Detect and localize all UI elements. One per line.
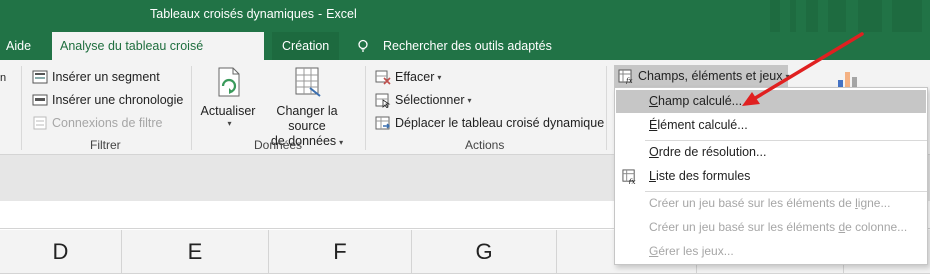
menu-item-calculated-field[interactable]: Champ calculé...	[616, 90, 926, 113]
column-header-e[interactable]: E	[122, 230, 269, 274]
fields-items-sets-caret: ▾	[785, 71, 790, 81]
menu-item-set-by-row[interactable]: Créer un jeu basé sur les éléments de li…	[616, 192, 926, 215]
title-decoration	[770, 0, 780, 32]
group-separator	[21, 66, 22, 150]
menu-item-calculated-field-text: hamp calculé...	[658, 94, 743, 108]
menu-item-calculated-item-text: lément calculé...	[657, 118, 748, 132]
window-title-sep: -	[317, 7, 323, 21]
menu-item-manage-sets[interactable]: Gérer les jeux...	[616, 240, 926, 263]
insert-timeline-label: Insérer une chronologie	[52, 93, 184, 107]
timeline-icon	[32, 94, 48, 106]
menu-item-set-by-column[interactable]: Créer un jeu basé sur les éléments de co…	[616, 216, 926, 239]
menu-item-set-by-column-pre: Créer un jeu basé sur les éléments	[649, 220, 839, 234]
ribbon-tab-bar: Aide Analyse du tableau croisé dynamique…	[0, 32, 930, 81]
fields-items-sets-button[interactable]: fx Champs, éléments et jeux ▾	[614, 65, 790, 87]
title-decoration	[806, 0, 818, 32]
fields-items-sets-label: Champs, éléments et jeux	[638, 69, 783, 83]
title-decoration	[828, 0, 846, 32]
window-title-doc: Tableaux croisés dynamiques	[150, 7, 314, 21]
refresh-button[interactable]: Actualiser ▾	[200, 66, 256, 136]
menu-item-solve-order[interactable]: Ordre de résolution...	[616, 141, 926, 164]
window-title: Tableaux croisés dynamiques - Excel	[150, 7, 357, 21]
svg-text:fx: fx	[625, 77, 633, 84]
menu-item-calculated-field-accel: C	[649, 94, 659, 108]
column-header-d[interactable]: D	[0, 230, 122, 274]
slicer-icon	[32, 70, 48, 84]
select-icon	[375, 93, 391, 108]
select-caret: ▾	[467, 95, 472, 105]
move-icon	[375, 116, 390, 130]
change-source-label-1: Changer la source	[276, 104, 338, 133]
menu-item-set-by-row-text: igne...	[857, 196, 891, 210]
clear-button[interactable]: Effacer ▾	[375, 66, 441, 88]
column-header-f[interactable]: F	[269, 230, 412, 274]
title-decoration	[858, 0, 882, 32]
window-title-app: Excel	[326, 7, 357, 21]
group-label-donnees: Données	[254, 138, 303, 152]
refresh-icon	[218, 67, 240, 97]
search-icon[interactable]	[356, 39, 370, 53]
svg-text:fx: fx	[628, 177, 637, 184]
menu-item-list-formulas-accel: L	[649, 169, 656, 183]
insert-timeline-button[interactable]: Insérer une chronologie	[32, 89, 183, 111]
tab-analyse[interactable]: Analyse du tableau croisé dynamique	[52, 32, 264, 81]
refresh-label: Actualiser	[200, 104, 256, 118]
refresh-dropdown-caret[interactable]: ▾	[203, 119, 256, 128]
menu-item-solve-order-text: rdre de résolution...	[658, 145, 767, 159]
insert-slicer-label: Insérer un segment	[52, 70, 160, 84]
clear-icon	[375, 70, 391, 85]
menu-item-set-by-row-pre: Créer un jeu basé sur les éléments de	[649, 196, 856, 210]
ribbon-cutoff-button[interactable]: n	[0, 67, 8, 89]
change-source-icon	[295, 67, 321, 97]
tell-me-search[interactable]: Rechercher des outils adaptés	[383, 32, 552, 60]
change-source-caret[interactable]: ▾	[339, 138, 343, 147]
menu-item-manage-sets-text: érer les jeux...	[658, 244, 734, 258]
group-separator	[191, 66, 192, 150]
tab-aide[interactable]: Aide	[6, 32, 31, 60]
menu-item-manage-sets-accel: G	[649, 244, 659, 258]
filter-connections-icon	[33, 116, 47, 130]
group-separator	[365, 66, 366, 150]
group-separator	[606, 66, 607, 150]
title-decoration	[790, 0, 796, 32]
select-button[interactable]: Sélectionner ▾	[375, 89, 472, 111]
fields-items-sets-menu: Champ calculé... Élément calculé... Ordr…	[614, 87, 928, 265]
clear-label: Effacer	[395, 70, 435, 84]
group-label-filtrer: Filtrer	[90, 138, 121, 152]
menu-item-calculated-item[interactable]: Élément calculé...	[616, 114, 926, 137]
fields-items-sets-icon: fx	[618, 69, 633, 84]
title-bar: Tableaux croisés dynamiques - Excel	[0, 0, 930, 32]
menu-item-list-formulas-text: iste des formules	[655, 169, 751, 183]
menu-item-solve-order-accel: O	[649, 145, 659, 159]
clear-caret: ▾	[437, 72, 442, 82]
move-pivot-button[interactable]: Déplacer le tableau croisé dynamique	[375, 112, 604, 134]
filter-connections-button[interactable]: Connexions de filtre	[32, 112, 162, 134]
tab-creation[interactable]: Création	[272, 32, 340, 60]
menu-item-set-by-column-text: e colonne...	[845, 220, 908, 234]
select-label: Sélectionner	[395, 93, 465, 107]
group-label-actions: Actions	[465, 138, 505, 152]
insert-slicer-button[interactable]: Insérer un segment	[32, 66, 160, 88]
filter-connections-label: Connexions de filtre	[52, 116, 163, 130]
formula-list-icon: fx	[622, 169, 637, 184]
move-pivot-label: Déplacer le tableau croisé dynamique	[395, 116, 605, 130]
change-source-button[interactable]: Changer la source de données ▾	[256, 66, 358, 148]
menu-item-list-formulas[interactable]: fx Liste des formules	[616, 165, 926, 188]
column-header-g[interactable]: G	[412, 230, 557, 274]
title-decoration	[892, 0, 922, 32]
